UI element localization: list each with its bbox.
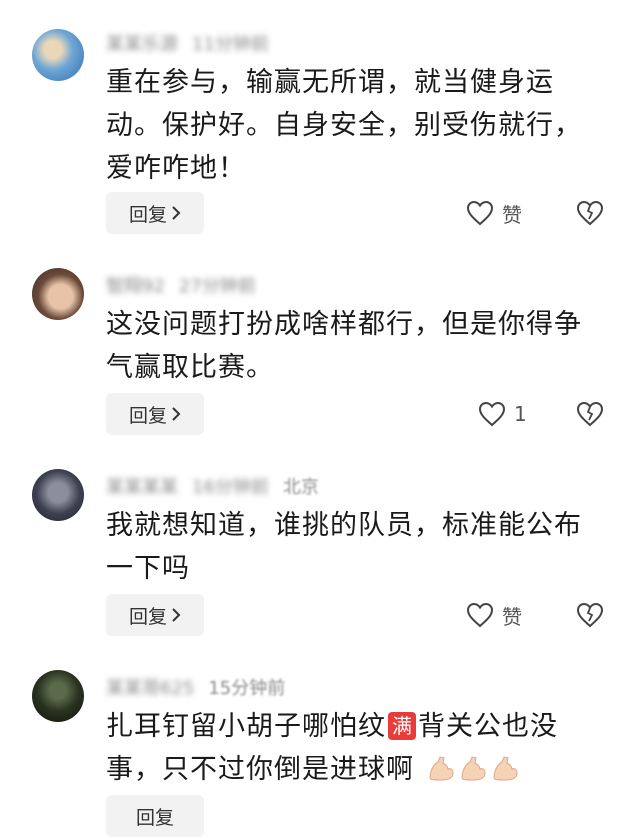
author-name[interactable]: 某某某某 (106, 473, 178, 499)
chevron-right-icon (171, 407, 181, 421)
broken-heart-icon (576, 401, 604, 427)
comment-meta: 某某哥625 15分钟前 (106, 674, 285, 700)
avatar[interactable] (32, 268, 84, 320)
like-label: 赞 (502, 202, 522, 227)
author-name[interactable]: 智翔92 (106, 272, 165, 298)
like-label: 赞 (502, 604, 522, 629)
comment-time: 27分钟前 (178, 276, 256, 297)
chevron-right-icon (171, 206, 181, 220)
flexed-biceps-emoji (458, 754, 488, 797)
comment-location: 北京 (282, 477, 319, 498)
reply-button[interactable]: 回复 (106, 795, 204, 837)
broken-heart-icon (576, 602, 604, 628)
comment-meta: 智翔92 27分钟前 (106, 272, 256, 298)
comment-time: 11分钟前 (192, 34, 269, 55)
comment-time: 15分钟前 (208, 678, 286, 699)
like-button[interactable]: 赞 (466, 192, 522, 234)
author-name[interactable]: 某某哥625 (106, 674, 194, 700)
avatar[interactable] (32, 670, 84, 722)
like-count: 1 (514, 402, 527, 426)
broken-heart-icon (576, 200, 604, 226)
like-button[interactable]: 赞 (466, 594, 522, 636)
comment-meta: 某某乐源 11分钟前 (106, 30, 269, 56)
avatar[interactable] (32, 29, 84, 81)
author-name[interactable]: 某某乐源 (106, 30, 178, 56)
heart-outline-icon (466, 200, 494, 226)
heart-outline-icon (466, 602, 494, 628)
comment-text: 扎耳钉留小胡子哪怕纹满背关公也没 事，只不过你倒是进球啊 (106, 705, 606, 797)
flexed-biceps-emoji (426, 754, 456, 797)
chevron-right-icon (171, 608, 181, 622)
comment-time: 16分钟前 (192, 477, 269, 498)
dislike-button[interactable] (574, 192, 606, 234)
avatar[interactable] (32, 469, 84, 521)
dislike-button[interactable] (574, 393, 606, 435)
flexed-biceps-emoji (490, 754, 520, 797)
reply-button[interactable]: 回复 (106, 192, 204, 234)
like-button[interactable]: 1 (478, 393, 527, 435)
badge-man-emoji: 满 (388, 712, 416, 740)
comment-meta: 某某某某 16分钟前 北京 (106, 473, 319, 499)
dislike-button[interactable] (574, 594, 606, 636)
comment-text: 我就想知道，谁挑的队员，标准能公布 一下吗 (106, 510, 582, 584)
reply-button[interactable]: 回复 (106, 594, 204, 636)
reply-button[interactable]: 回复 (106, 393, 204, 435)
heart-outline-icon (478, 401, 506, 427)
comment-text: 重在参与，输赢无所谓，就当健身运 动。保护好。自身安全，别受伤就行， 爱咋咋地！ (106, 67, 582, 184)
comment-text: 这没问题打扮成啥样都行，但是你得争 气赢取比赛。 (106, 309, 582, 383)
